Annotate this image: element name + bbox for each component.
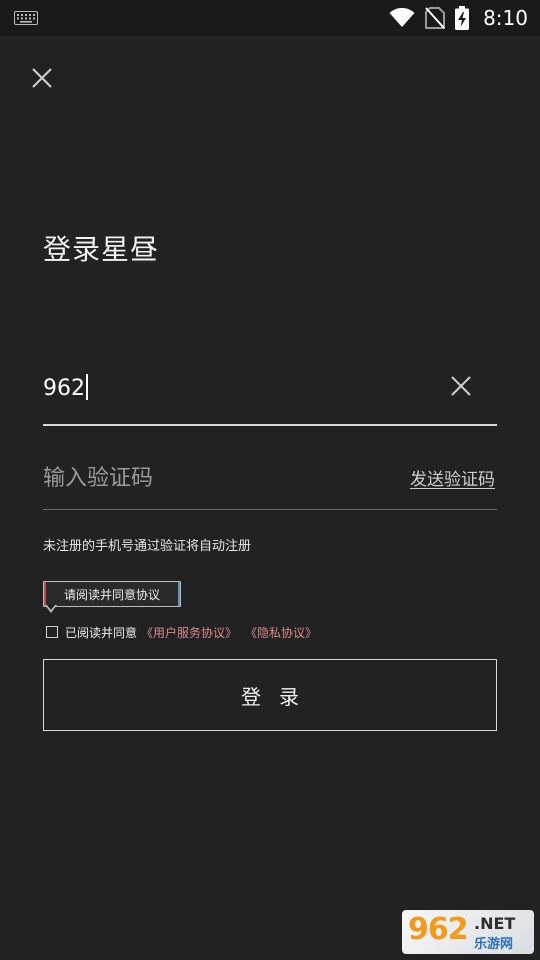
status-bar: 8:10	[0, 0, 540, 36]
login-button[interactable]: 登录	[43, 659, 497, 731]
page-title: 登录星昼	[43, 233, 160, 266]
tooltip-tail-inner	[47, 605, 55, 610]
wifi-icon	[389, 8, 415, 27]
watermark-sub: 乐游网	[474, 937, 514, 952]
code-underline-right	[353, 509, 497, 510]
text-caret	[86, 374, 88, 400]
no-sim-icon	[425, 7, 446, 29]
status-time: 8:10	[483, 6, 528, 30]
phone-input[interactable]: 962	[43, 360, 497, 426]
agreement-tooltip: 请阅读并同意协议	[43, 581, 181, 607]
watermark-logo: 962 .NET 乐游网	[402, 910, 534, 954]
battery-charging-icon	[455, 6, 470, 30]
watermark-domain: .NET	[474, 914, 516, 933]
watermark-number: 962	[408, 912, 469, 947]
privacy-policy-link[interactable]: 《隐私协议》	[245, 624, 317, 641]
user-agreement-link[interactable]: 《用户服务协议》	[141, 624, 237, 641]
phone-value: 962	[43, 376, 85, 401]
auto-register-hint: 未注册的手机号通过验证将自动注册	[43, 539, 252, 554]
clear-input-icon[interactable]	[449, 374, 473, 398]
send-code-link[interactable]: 发送验证码	[410, 465, 495, 490]
keyboard-icon	[14, 11, 38, 25]
code-underline	[43, 509, 353, 510]
code-placeholder: 输入验证码	[43, 466, 154, 491]
agree-text: 已阅读并同意	[65, 625, 138, 640]
status-icons: 8:10	[389, 0, 528, 36]
close-icon[interactable]	[28, 64, 56, 92]
agree-checkbox[interactable]	[46, 626, 58, 638]
verification-code-field[interactable]: 输入验证码 发送验证码	[43, 446, 497, 510]
agreement-row: 已阅读并同意 《用户服务协议》 《隐私协议》	[46, 622, 317, 642]
